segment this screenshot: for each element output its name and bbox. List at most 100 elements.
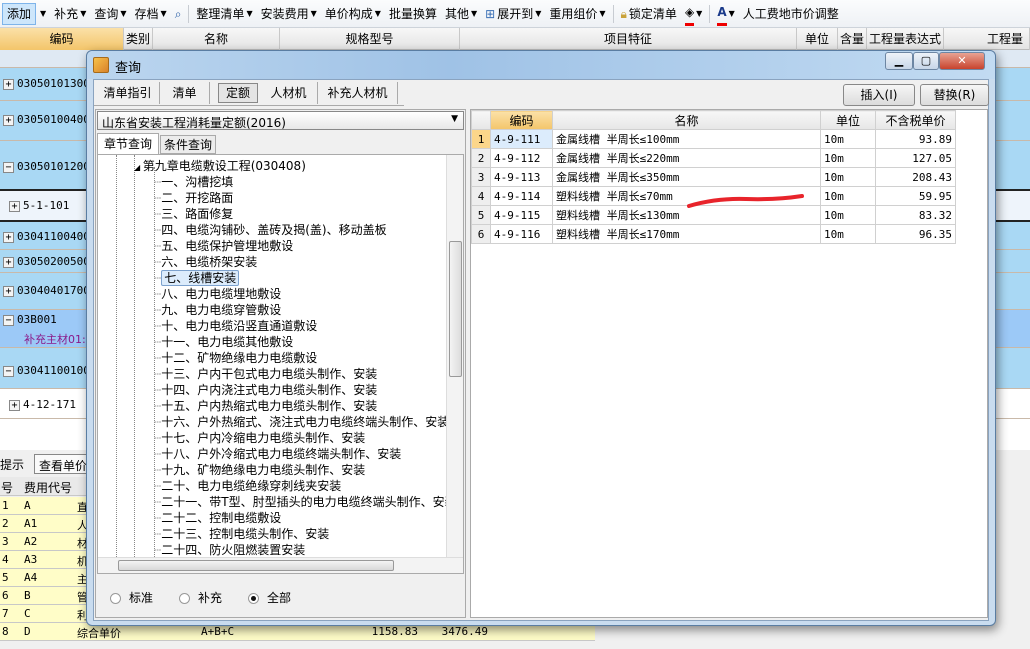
maximize-button[interactable]: ▢	[913, 52, 939, 70]
row-number[interactable]: 5	[471, 205, 491, 225]
tree-section-label: 十五、户内热缩式电力电缆头制作、安装	[161, 399, 378, 413]
tree-section-item[interactable]: ┄二、开挖路面	[154, 190, 233, 206]
other-button[interactable]: 其他 ▼	[441, 3, 481, 25]
replace-button[interactable]: 替换(R)	[920, 84, 989, 106]
tab-list[interactable]: 清单	[160, 82, 210, 104]
archive-label: 存档	[134, 6, 159, 21]
quota-grid: 编码 名称 单位 不含税单价 1 4-9-111 金属线槽 半周长≤100mm 10m…	[471, 110, 956, 244]
expand-to-button[interactable]: ⊞ 展开到 ▼	[481, 3, 545, 25]
tree-section-item[interactable]: ┄十、电力电缆沿竖直通道敷设	[154, 318, 317, 334]
tree-vscrollbar[interactable]	[446, 155, 463, 557]
tree-chapter-node[interactable]: ◢ 第九章电缆敷设工程(030408)	[134, 158, 306, 174]
row-number[interactable]: 6	[471, 224, 491, 244]
query-label: 查询	[94, 6, 119, 21]
tab-labor-material[interactable]: 人材机	[260, 82, 318, 104]
unit-price-button[interactable]: 单价构成 ▼	[321, 3, 385, 25]
row-unit: 10m	[820, 148, 876, 168]
font-color-button[interactable]: A ▼	[713, 3, 738, 26]
organize-list-button[interactable]: 整理清单 ▼	[192, 3, 256, 25]
fill-color-button[interactable]: ◈ ▼	[681, 3, 706, 26]
cost-cell: B	[24, 589, 31, 602]
batch-convert-button[interactable]: 批量换算	[385, 3, 441, 25]
dialog-titlebar[interactable]: 查询 ▁ ▢ ✕	[87, 51, 995, 79]
install-cost-button[interactable]: 安装费用 ▼	[257, 3, 321, 25]
row-number[interactable]: 1	[471, 129, 491, 149]
row-number[interactable]: 3	[471, 167, 491, 187]
tree-section-item[interactable]: ┄六、电缆桥架安装	[154, 254, 257, 270]
tree-section-item[interactable]: ┄二十四、防火阻燃装置安装	[154, 542, 305, 558]
quota-row[interactable]: 3 4-9-113 金属线槽 半周长≤350mm 10m 208.43	[471, 167, 956, 187]
tree-section-item[interactable]: ┄五、电缆保护管埋地敷设	[154, 238, 293, 254]
labor-price-adjust-button[interactable]: 人工费地市价调整	[739, 3, 843, 25]
tab-quota[interactable]: 定额	[218, 83, 258, 103]
row-unit: 10m	[820, 186, 876, 206]
tree-section-item[interactable]: ┄十九、矿物绝缘电力电缆头制作、安装	[154, 462, 365, 478]
row-code: 4-9-113	[490, 167, 553, 187]
radio-standard[interactable]: 标准	[110, 589, 153, 606]
binoculars-icon[interactable]: ⌕	[171, 3, 186, 25]
tree-section-item[interactable]: ┄九、电力电缆穿管敷设	[154, 302, 281, 318]
scroll-thumb[interactable]	[449, 241, 462, 377]
supplement-button[interactable]: 补充 ▼	[50, 3, 90, 25]
col-feature[interactable]: 项目特征	[460, 28, 797, 50]
tree-section-item[interactable]: ┄ 七、线槽安装	[154, 270, 240, 286]
minimize-button[interactable]: ▁	[885, 52, 913, 70]
row-number[interactable]: 2	[471, 148, 491, 168]
tree-section-item[interactable]: ┄一、沟槽挖填	[154, 174, 233, 190]
row-code: 4-12-171	[23, 398, 76, 411]
col-fee-code: 费用代号	[24, 481, 73, 495]
tab-list-guide[interactable]: 清单指引	[96, 82, 160, 104]
col-price[interactable]: 不含税单价	[875, 110, 956, 130]
radio-all[interactable]: 全部	[248, 589, 291, 606]
tree-section-item[interactable]: ┄十二、矿物绝缘电力电缆敷设	[154, 350, 317, 366]
insert-button[interactable]: 插入(I)	[843, 84, 915, 106]
col-name[interactable]: 名称	[552, 110, 821, 130]
col-spec[interactable]: 规格型号	[280, 28, 460, 50]
tree-section-item[interactable]: ┄十三、户内干包式电力电缆头制作、安装	[154, 366, 377, 382]
tree-section-item[interactable]: ┄十七、户内冷缩电力电缆头制作、安装	[154, 430, 365, 446]
row-price: 59.95	[875, 186, 956, 206]
tree-section-item[interactable]: ┄四、电缆沟铺砂、盖砖及揭(盖)、移动盖板	[154, 222, 387, 238]
col-name[interactable]: 名称	[153, 28, 280, 50]
col-unit[interactable]: 单位	[820, 110, 876, 130]
close-button[interactable]: ✕	[939, 52, 985, 70]
subtab-chapter[interactable]: 章节查询	[97, 133, 159, 154]
query-button[interactable]: 查询 ▼	[90, 3, 130, 25]
tree-section-item[interactable]: ┄二十二、控制电缆敷设	[154, 510, 281, 526]
tree-section-item[interactable]: ┄十八、户外冷缩式电力电缆终端头制作、安装	[154, 446, 401, 462]
subtab-condition[interactable]: 条件查询	[160, 135, 216, 154]
row-number[interactable]: 4	[471, 186, 491, 206]
tree-section-item[interactable]: ┄八、电力电缆埋地敷设	[154, 286, 281, 302]
tree-section-item[interactable]: ┄十一、电力电缆其他敷设	[154, 334, 293, 350]
quota-row[interactable]: 1 4-9-111 金属线槽 半周长≤100mm 10m 93.89	[471, 129, 956, 149]
col-unit[interactable]: 单位	[797, 28, 838, 50]
quota-row[interactable]: 6 4-9-116 塑料线槽 半周长≤170mm 10m 96.35	[471, 224, 956, 244]
tree-section-item[interactable]: ┄二十一、带T型、肘型插头的电力电缆终端头制作、安装	[154, 494, 457, 510]
add-button[interactable]: 添加	[2, 2, 37, 25]
library-select[interactable]: 山东省安装工程消耗量定额(2016) ▼	[97, 111, 464, 130]
col-expression[interactable]: 工程量表达式	[867, 28, 944, 50]
tree-section-item[interactable]: ┄二十、电力电缆绝缘穿刺线夹安装	[154, 478, 341, 494]
lock-list-button[interactable]: 🔒︎ 锁定清单	[617, 3, 681, 25]
tree-section-label: 十四、户内浇注式电力电缆头制作、安装	[161, 383, 378, 397]
add-dropdown[interactable]: ▼	[36, 3, 50, 25]
radio-supplement[interactable]: 补充	[179, 589, 222, 606]
tree-section-item[interactable]: ┄十四、户内浇注式电力电缆头制作、安装	[154, 382, 377, 398]
col-code[interactable]: 编码	[0, 28, 124, 50]
tree-section-item[interactable]: ┄十五、户内热缩式电力电缆头制作、安装	[154, 398, 377, 414]
tree-section-item[interactable]: ┄二十三、控制电缆头制作、安装	[154, 526, 329, 542]
col-quantity[interactable]: 工程量	[944, 28, 1030, 50]
col-content[interactable]: 含量	[838, 28, 867, 50]
archive-button[interactable]: 存档 ▼	[131, 3, 171, 25]
reuse-price-button[interactable]: 重用组价 ▼	[545, 3, 609, 25]
tree-hscrollbar[interactable]	[98, 557, 463, 573]
view-unit-price-button[interactable]: 查看单价	[34, 454, 94, 474]
tree-section-item[interactable]: ┄十六、户外热缩式、浇注式电力电缆终端头制作、安装	[154, 414, 449, 430]
hscroll-thumb[interactable]	[118, 560, 394, 571]
tab-supplement-labor-material[interactable]: 补充人材机	[318, 82, 398, 104]
tree-section-item[interactable]: ┄三、路面修复	[154, 206, 233, 222]
quota-row[interactable]: 2 4-9-112 金属线槽 半周长≤220mm 10m 127.05	[471, 148, 956, 168]
col-type[interactable]: 类别	[124, 28, 153, 50]
col-code[interactable]: 编码	[490, 110, 553, 130]
tree-section-label: 四、电缆沟铺砂、盖砖及揭(盖)、移动盖板	[161, 223, 387, 237]
